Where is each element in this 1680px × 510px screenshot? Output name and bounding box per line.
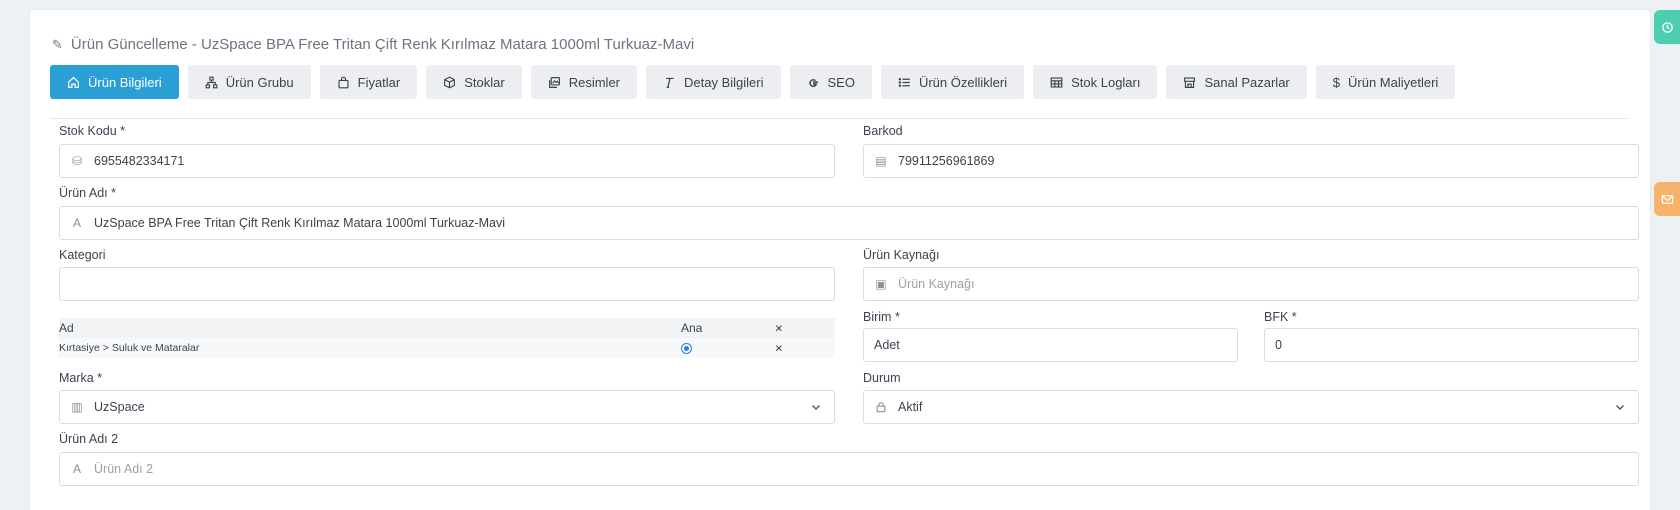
home-icon — [68, 76, 79, 88]
table-row: Kırtasiye > Suluk ve Mataralar × — [59, 338, 835, 358]
product-edit-card: ✎ Ürün Güncelleme - UzSpace BPA Free Tri… — [30, 10, 1650, 510]
message-button[interactable] — [1654, 182, 1680, 216]
tab-urun-ozellikleri[interactable]: Ürün Özellikleri — [880, 65, 1025, 99]
lock-icon — [874, 400, 888, 414]
page-title: ✎ Ürün Güncelleme - UzSpace BPA Free Tri… — [52, 36, 694, 53]
header-ana: Ana — [681, 321, 703, 335]
images-icon — [548, 76, 560, 88]
kategori-input[interactable] — [59, 267, 835, 301]
table-icon — [1050, 76, 1063, 88]
chevron-down-icon — [812, 405, 820, 410]
industry-icon: ▥ — [71, 400, 83, 414]
history-button[interactable] — [1654, 10, 1680, 44]
category-table: Ad Ana × Kırtasiye > Suluk ve Mataralar … — [59, 318, 835, 358]
cubes-icon: ⛁ — [71, 154, 83, 168]
urun-kaynagi-label: Ürün Kaynağı — [863, 248, 940, 262]
urun-adi-input[interactable]: A UzSpace BPA Free Tritan Çift Renk Kırı… — [59, 206, 1639, 240]
kategori-label: Kategori — [59, 248, 106, 262]
barcode-icon: ▤ — [875, 154, 887, 168]
barkod-label: Barkod — [863, 124, 903, 138]
box-icon — [444, 76, 456, 88]
urun-adi-label: Ürün Adı * — [59, 186, 116, 200]
text-icon — [666, 77, 674, 88]
remove-all-icon[interactable]: × — [775, 321, 783, 336]
durum-label: Durum — [863, 371, 901, 385]
marka-label: Marka * — [59, 371, 103, 385]
tab-detay-bilgileri[interactable]: Detay Bilgileri — [646, 65, 781, 99]
tab-urun-bilgileri[interactable]: Ürün Bilgileri — [50, 65, 179, 99]
bfk-label: BFK * — [1264, 310, 1297, 324]
category-table-header: Ad Ana × — [59, 318, 835, 338]
category-path: Kırtasiye > Suluk ve Mataralar — [59, 342, 200, 354]
stok-kodu-input[interactable]: ⛁ 6955482334171 — [59, 144, 835, 178]
tab-urun-maliyetleri[interactable]: $ Ürün Maliyetleri — [1315, 65, 1456, 99]
stok-kodu-label: Stok Kodu * — [59, 124, 126, 138]
barkod-input[interactable]: ▤ 79911256961869 — [863, 144, 1639, 178]
tab-sanal-pazarlar[interactable]: Sanal Pazarlar — [1166, 65, 1307, 99]
tab-bar: Ürün Bilgileri Ürün Grubu Fiyatlar Stokl… — [50, 65, 1628, 119]
envelope-icon — [1661, 194, 1673, 204]
dollar-icon: $ — [1332, 74, 1340, 90]
tab-urun-grubu[interactable]: Ürün Grubu — [187, 65, 311, 99]
durum-select[interactable]: Aktif — [863, 390, 1639, 424]
shopping-bag-icon — [338, 76, 349, 88]
page-title-text: Ürün Güncelleme - UzSpace BPA Free Trita… — [70, 36, 695, 53]
store-icon — [1184, 76, 1196, 88]
urun-kaynagi-input[interactable]: ▣ Ürün Kaynağı — [863, 267, 1639, 301]
birim-label: Birim * — [863, 310, 900, 324]
tab-stok-loglari[interactable]: Stok Logları — [1033, 65, 1158, 99]
folder-plus-icon: ▣ — [875, 277, 887, 291]
clock-icon — [1661, 21, 1673, 33]
google-icon — [808, 78, 818, 87]
list-icon — [898, 77, 910, 87]
urun-adi-2-label: Ürün Adı 2 — [59, 432, 119, 446]
birim-input[interactable]: Adet — [863, 328, 1238, 362]
tab-resimler[interactable]: Resimler — [530, 65, 638, 99]
ana-radio[interactable] — [681, 342, 692, 354]
tab-seo[interactable]: SEO — [789, 65, 872, 99]
urun-adi-2-input[interactable]: A Ürün Adı 2 — [59, 452, 1639, 486]
edit-icon: ✎ — [52, 36, 63, 52]
tab-stoklar[interactable]: Stoklar — [426, 65, 522, 99]
bfk-input[interactable]: 0 — [1264, 328, 1639, 362]
tab-fiyatlar[interactable]: Fiyatlar — [319, 65, 418, 99]
remove-row-icon[interactable]: × — [775, 341, 783, 356]
sitemap-icon — [205, 76, 218, 88]
chevron-down-icon — [1616, 405, 1624, 410]
marka-select[interactable]: ▥ UzSpace — [59, 390, 835, 424]
font-icon: A — [72, 462, 81, 476]
font-icon: A — [72, 216, 81, 230]
header-ad: Ad — [59, 321, 74, 335]
